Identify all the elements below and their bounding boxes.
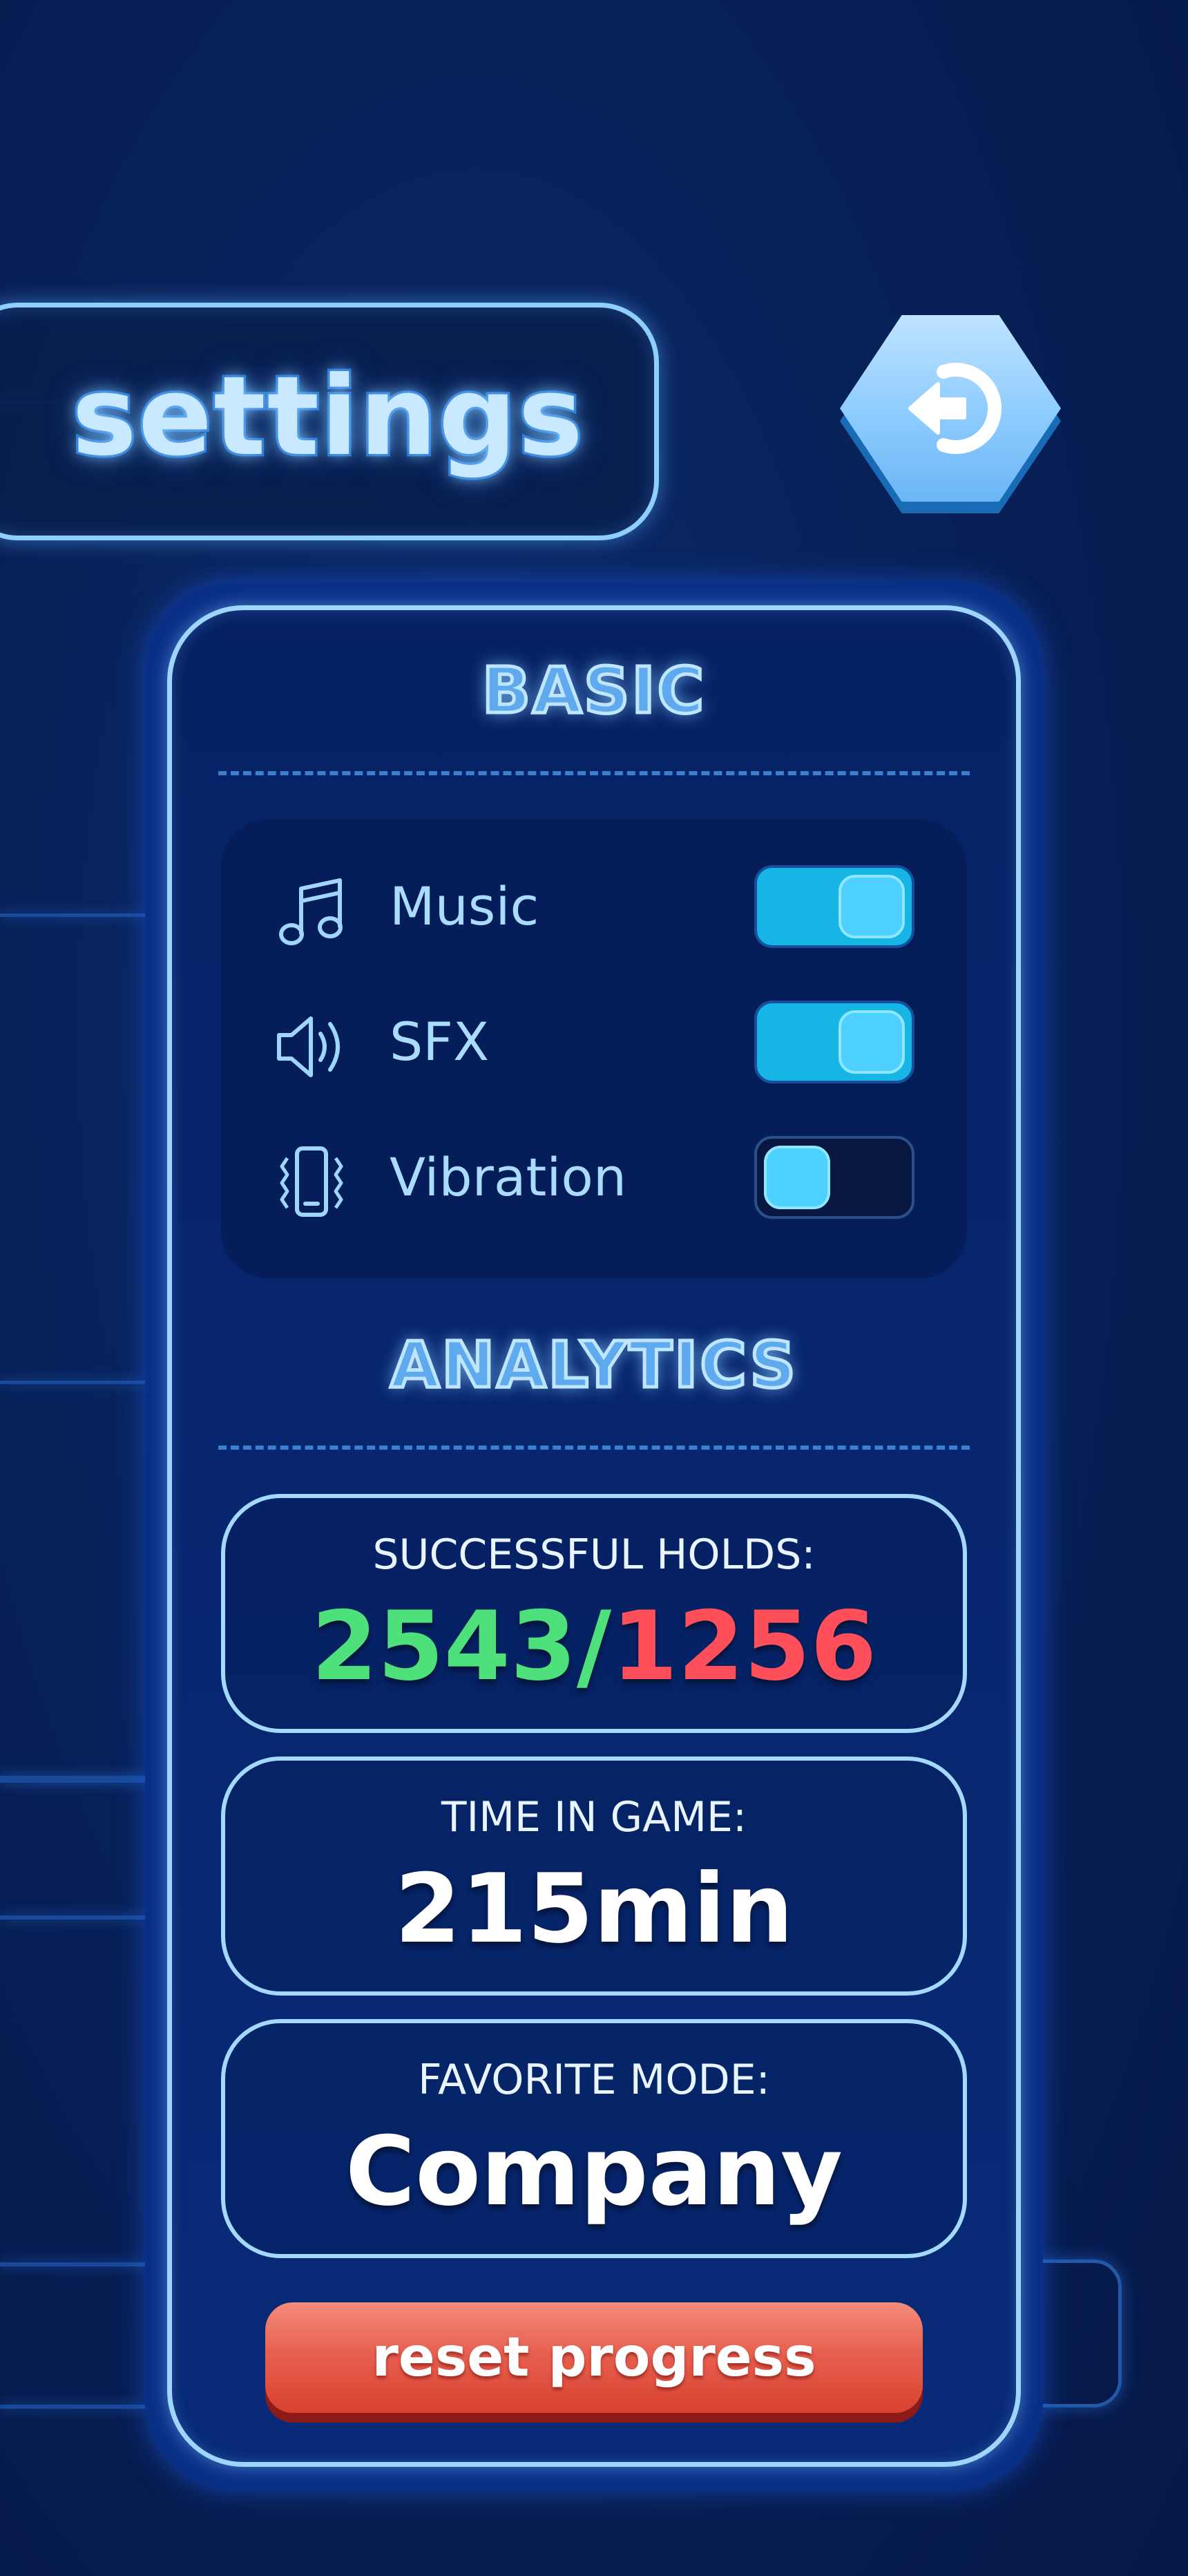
setting-row-music: Music: [221, 858, 967, 955]
back-arrow-icon: [908, 363, 1002, 454]
page-title: settings: [69, 351, 585, 483]
time-in-game-card: TIME IN GAME: 215min: [221, 1756, 967, 1996]
background-grid-line: [0, 1776, 145, 1783]
basic-section-title: BASIC: [480, 652, 707, 730]
holds-separator: /: [576, 1591, 612, 1702]
setting-row-vibration: Vibration: [221, 1129, 967, 1226]
vibration-label: Vibration: [390, 1146, 627, 1208]
time-in-game-label: TIME IN GAME:: [441, 1793, 747, 1841]
time-in-game-value: 215min: [394, 1853, 794, 1964]
setting-row-sfx: SFX: [221, 994, 967, 1090]
back-button[interactable]: [840, 315, 1061, 502]
favorite-mode-card: FAVORITE MODE: Company: [221, 2019, 967, 2258]
music-note-icon: [279, 878, 343, 945]
toggle-knob: [764, 1146, 830, 1209]
background-grid-line: [0, 2262, 145, 2266]
successful-holds-value: 2543/1256: [225, 1595, 963, 1698]
analytics-section-title: ANALYTICS: [389, 1327, 798, 1404]
reset-progress-label: reset progress: [372, 2327, 816, 2389]
vibration-toggle[interactable]: [754, 1136, 914, 1219]
favorite-mode-value: Company: [345, 2116, 843, 2227]
background-grid-line: [0, 1381, 145, 1384]
background-grid-line: [0, 913, 145, 917]
successful-holds-card: SUCCESSFUL HOLDS: 2543/1256: [221, 1494, 967, 1733]
basic-settings-box: Music SFX Vibration: [221, 820, 967, 1278]
section-divider: [218, 771, 970, 775]
sfx-label: SFX: [390, 1011, 490, 1072]
sfx-toggle[interactable]: [754, 1001, 914, 1083]
section-divider: [218, 1446, 970, 1450]
successful-holds-count: 2543: [311, 1591, 577, 1702]
background-grid-line: [0, 1915, 145, 1920]
failed-holds-count: 1256: [611, 1591, 877, 1702]
toggle-knob: [839, 875, 905, 938]
phone-vibration-icon: [280, 1146, 343, 1217]
successful-holds-label: SUCCESSFUL HOLDS:: [372, 1531, 816, 1579]
speaker-icon: [277, 1016, 340, 1077]
toggle-knob: [839, 1010, 905, 1074]
reset-progress-button[interactable]: reset progress: [265, 2302, 923, 2413]
background-grid-line: [0, 2405, 145, 2409]
music-toggle[interactable]: [754, 865, 914, 948]
favorite-mode-label: FAVORITE MODE:: [418, 2056, 770, 2104]
music-label: Music: [390, 875, 539, 937]
